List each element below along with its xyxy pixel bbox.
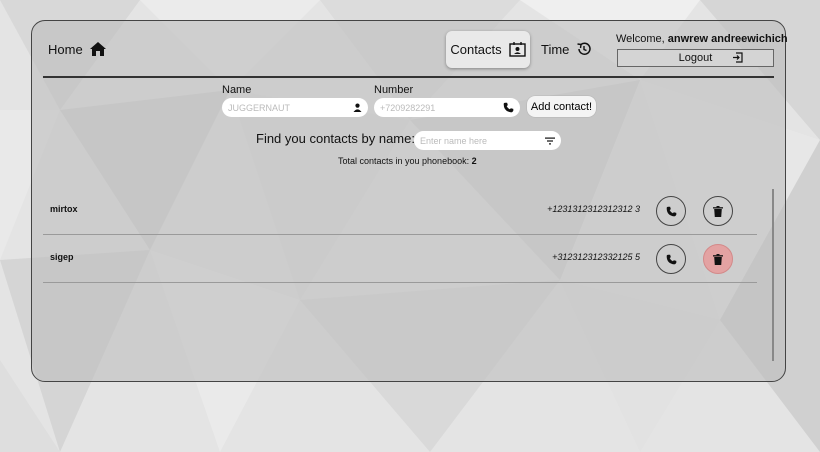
name-label: Name xyxy=(222,84,252,96)
number-input[interactable] xyxy=(380,102,503,113)
username: anwrew andreewichich xyxy=(667,33,788,45)
filter-field[interactable] xyxy=(414,131,561,150)
filter-input[interactable] xyxy=(420,135,545,146)
phone-icon xyxy=(666,206,676,216)
nav-time[interactable]: Time xyxy=(541,41,592,57)
user-icon xyxy=(353,103,362,112)
nav-time-label: Time xyxy=(541,41,570,57)
contact-number: +312312312332125 5 xyxy=(552,252,640,262)
nav-contacts[interactable]: Contacts xyxy=(446,31,530,68)
logout-icon xyxy=(733,52,743,63)
welcome-text: Welcome, anwrew andreewichich xyxy=(616,33,788,45)
trash-icon xyxy=(713,205,723,217)
list-scrollbar[interactable] xyxy=(772,189,774,361)
trash-icon xyxy=(713,253,723,265)
contact-row: mirtox +1231312312312312 3 xyxy=(43,187,757,235)
delete-button[interactable] xyxy=(703,244,733,274)
call-button[interactable] xyxy=(656,196,686,226)
contact-card-icon xyxy=(508,42,526,57)
header-divider xyxy=(43,76,774,78)
contact-name: mirtox xyxy=(50,204,78,214)
phone-icon xyxy=(503,102,514,113)
number-field[interactable] xyxy=(374,98,520,117)
home-icon xyxy=(89,42,106,56)
total-label: Total contacts in you phonebook: xyxy=(338,156,470,166)
nav-home-label: Home xyxy=(48,41,83,57)
name-input[interactable] xyxy=(228,102,353,113)
total-count: 2 xyxy=(471,156,477,166)
welcome-prefix: Welcome, xyxy=(616,33,665,45)
total-contacts: Total contacts in you phonebook: 2 xyxy=(338,156,477,166)
name-field[interactable] xyxy=(222,98,368,117)
clock-history-icon xyxy=(577,42,592,55)
delete-button[interactable] xyxy=(703,196,733,226)
number-label: Number xyxy=(374,84,414,96)
contact-row: sigep +312312312332125 5 xyxy=(43,235,757,283)
filter-icon xyxy=(545,137,555,145)
nav-contacts-label: Contacts xyxy=(450,42,502,57)
add-contact-button[interactable]: Add contact! xyxy=(527,96,596,117)
logout-button[interactable]: Logout xyxy=(617,49,774,67)
filter-label: Find you contacts by name: xyxy=(256,131,415,146)
phone-icon xyxy=(666,254,676,264)
contact-number: +1231312312312312 3 xyxy=(547,204,640,214)
logout-label: Logout xyxy=(678,52,713,64)
contact-name: sigep xyxy=(50,252,74,262)
call-button[interactable] xyxy=(656,244,686,274)
nav-home[interactable]: Home xyxy=(48,41,107,57)
phonebook-card: Home Contacts Time Welcome, anwrew andre… xyxy=(31,20,788,382)
